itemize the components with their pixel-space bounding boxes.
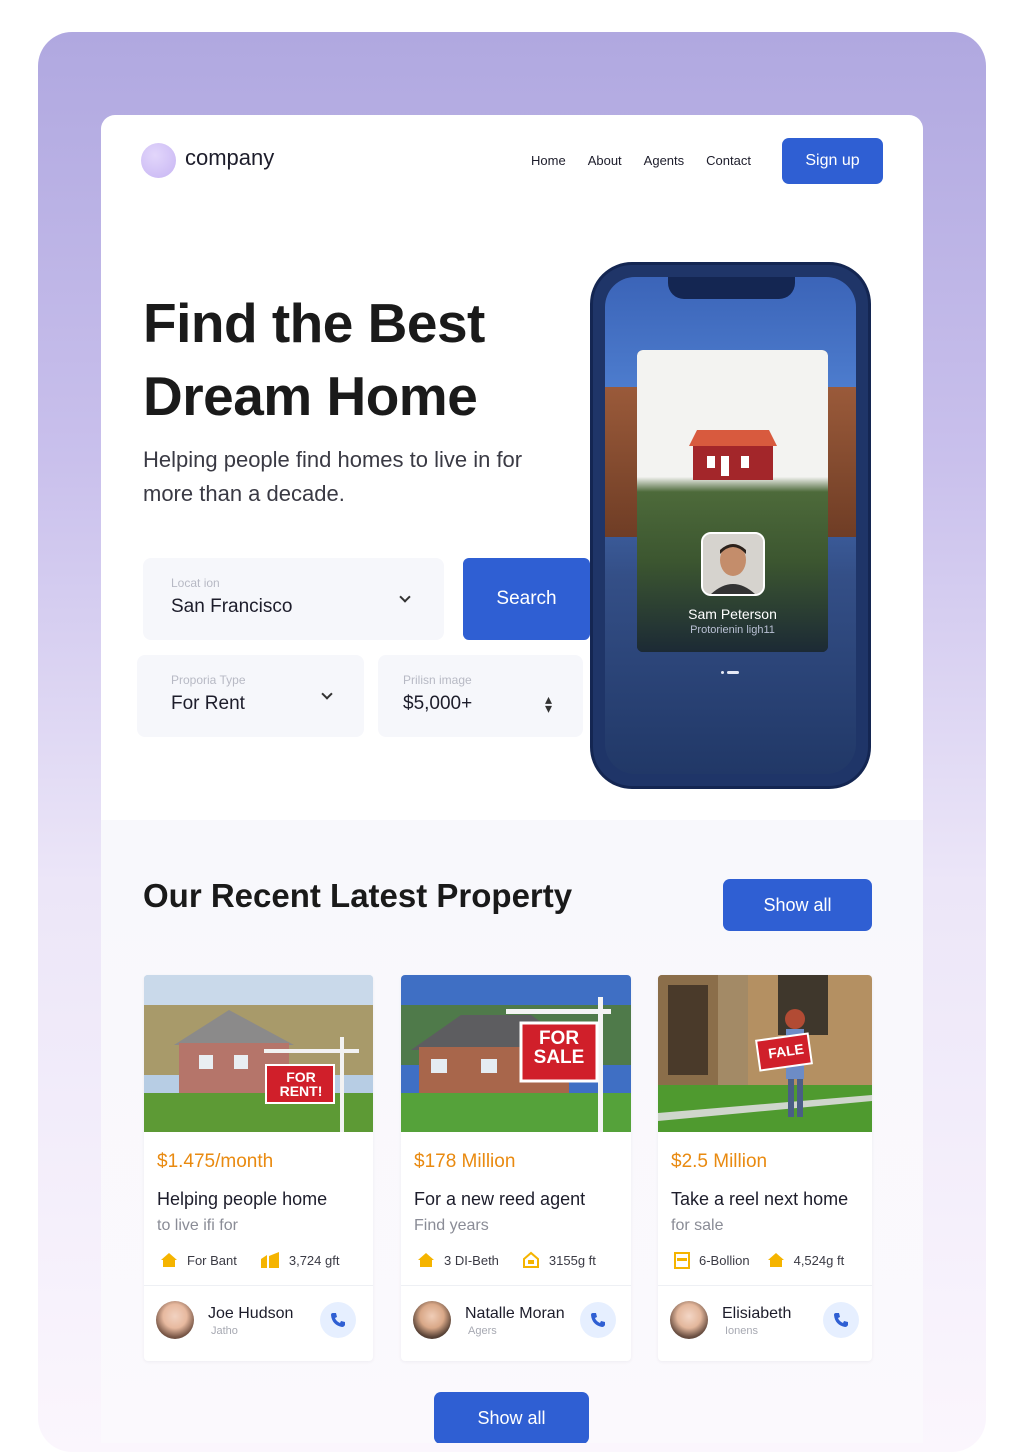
property-meta1: For Bant bbox=[187, 1252, 237, 1268]
phone-call-icon[interactable] bbox=[580, 1302, 616, 1338]
home-icon bbox=[418, 1253, 434, 1267]
property-meta2: 3,724 gft bbox=[288, 1252, 340, 1268]
property-subtitle: to live ifi for bbox=[157, 1217, 238, 1234]
property-title: Take a reel next home bbox=[671, 1189, 849, 1209]
agent-avatar bbox=[701, 532, 765, 596]
hero-title-line1: Find the Best bbox=[143, 292, 485, 354]
agent-role: Ionens bbox=[725, 1325, 759, 1337]
property-meta: 6-Bollion 4,524g ft bbox=[673, 1250, 844, 1270]
price-label: Prilisn image bbox=[403, 673, 472, 687]
property-meta: 3 DI-Beth 3155g ft bbox=[416, 1250, 596, 1270]
recent-title: Our Recent Latest Property bbox=[143, 877, 573, 914]
nav-item-contact[interactable]: Contact bbox=[706, 153, 751, 168]
nav-item-home[interactable]: Home bbox=[531, 153, 566, 168]
nav-item-about[interactable]: About bbox=[588, 153, 622, 168]
card-divider bbox=[658, 1285, 872, 1286]
property-price: $1.475/month bbox=[157, 1151, 274, 1172]
show-all-button[interactable]: Show all bbox=[723, 879, 872, 931]
property-type-select[interactable]: Proporia Type For Rent bbox=[137, 655, 364, 737]
carousel-dots[interactable] bbox=[721, 671, 741, 675]
brand-name[interactable]: company bbox=[185, 145, 274, 171]
avatar bbox=[413, 1301, 451, 1339]
area-icon bbox=[260, 1252, 279, 1268]
agent-name: Elisiabeth bbox=[722, 1305, 792, 1322]
home-icon bbox=[767, 1253, 784, 1267]
phone-screen: Sam Peterson Protorienin ligh11 bbox=[605, 277, 856, 774]
property-meta1: 6-Bollion bbox=[699, 1252, 750, 1268]
main-nav: Home About Agents Contact bbox=[531, 153, 751, 168]
search-button[interactable]: Search bbox=[463, 558, 590, 640]
location-select[interactable]: Locat ion San Francisco bbox=[143, 558, 444, 640]
agent-role: Agers bbox=[468, 1325, 497, 1337]
agent-name: Sam Peterson bbox=[688, 606, 777, 622]
property-meta2: 4,524g ft bbox=[793, 1252, 845, 1268]
property-subtitle: Find years bbox=[414, 1217, 489, 1234]
location-label: Locat ion bbox=[171, 576, 220, 590]
avatar bbox=[670, 1301, 708, 1339]
hero-subtitle: Helping people find homes to live in for… bbox=[143, 447, 523, 506]
property-card[interactable]: FALE $2.5 Million Take a reel next home … bbox=[658, 975, 872, 1361]
property-card[interactable]: FOR RENT! $1.475/month Helping people ho… bbox=[144, 975, 373, 1361]
phone-call-icon[interactable] bbox=[320, 1302, 356, 1338]
nav-item-agents[interactable]: Agents bbox=[644, 153, 684, 168]
phone-mockup: Sam Peterson Protorienin ligh11 bbox=[590, 262, 871, 789]
card-divider bbox=[144, 1285, 373, 1286]
agent-name: Joe Hudson bbox=[208, 1305, 294, 1322]
bath-icon bbox=[522, 1251, 539, 1268]
hero-title: Find the Best Dream Home bbox=[143, 287, 563, 433]
price-value: $5,000+ bbox=[403, 693, 473, 714]
property-price: $2.5 Million bbox=[671, 1151, 768, 1172]
property-sign: FOR SALE bbox=[533, 1028, 585, 1068]
agent-name: Natalle Moran bbox=[465, 1305, 565, 1322]
agent-role: Jatho bbox=[211, 1325, 238, 1337]
property-image: FOR SALE bbox=[401, 975, 631, 1132]
property-meta1: 3 DI-Beth bbox=[444, 1252, 499, 1268]
property-title: Helping people home bbox=[157, 1189, 328, 1209]
price-field[interactable]: Prilisn image $5,000+ ▴ ▾ bbox=[378, 655, 583, 737]
property-price: $178 Million bbox=[414, 1151, 516, 1172]
property-image: FALE bbox=[658, 975, 872, 1132]
phone-notch bbox=[668, 277, 795, 299]
property-meta2: 3155g ft bbox=[548, 1252, 596, 1268]
bed-icon bbox=[674, 1252, 690, 1269]
hero-title-line2: Dream Home bbox=[143, 365, 478, 427]
show-all-bottom-button[interactable]: Show all bbox=[434, 1392, 589, 1443]
landing-card: company Home About Agents Contact Sign u… bbox=[101, 115, 923, 1443]
property-type-label: Proporia Type bbox=[171, 673, 246, 687]
location-value: San Francisco bbox=[171, 596, 293, 617]
signup-button[interactable]: Sign up bbox=[782, 138, 883, 184]
property-meta: For Bant 3,724 gft bbox=[159, 1250, 339, 1270]
card-divider bbox=[401, 1285, 631, 1286]
property-sign: FOR RENT! bbox=[279, 1069, 323, 1099]
home-icon bbox=[161, 1253, 177, 1267]
property-image: FOR RENT! bbox=[144, 975, 373, 1132]
property-subtitle: for sale bbox=[671, 1217, 724, 1234]
property-title: For a new reed agent bbox=[414, 1189, 586, 1209]
agent-profile-card[interactable]: Sam Peterson Protorienin ligh11 bbox=[637, 350, 828, 652]
chevron-down-icon[interactable] bbox=[399, 591, 411, 603]
chevron-down-icon[interactable] bbox=[321, 688, 333, 700]
avatar bbox=[156, 1301, 194, 1339]
agent-role: Protorienin ligh11 bbox=[690, 624, 775, 636]
phone-call-icon[interactable] bbox=[823, 1302, 859, 1338]
logo-icon[interactable] bbox=[141, 143, 176, 178]
property-type-value: For Rent bbox=[171, 693, 245, 714]
property-card[interactable]: FOR SALE $178 Million For a new reed age… bbox=[401, 975, 631, 1361]
stepper-icon[interactable]: ▴ ▾ bbox=[545, 692, 552, 715]
